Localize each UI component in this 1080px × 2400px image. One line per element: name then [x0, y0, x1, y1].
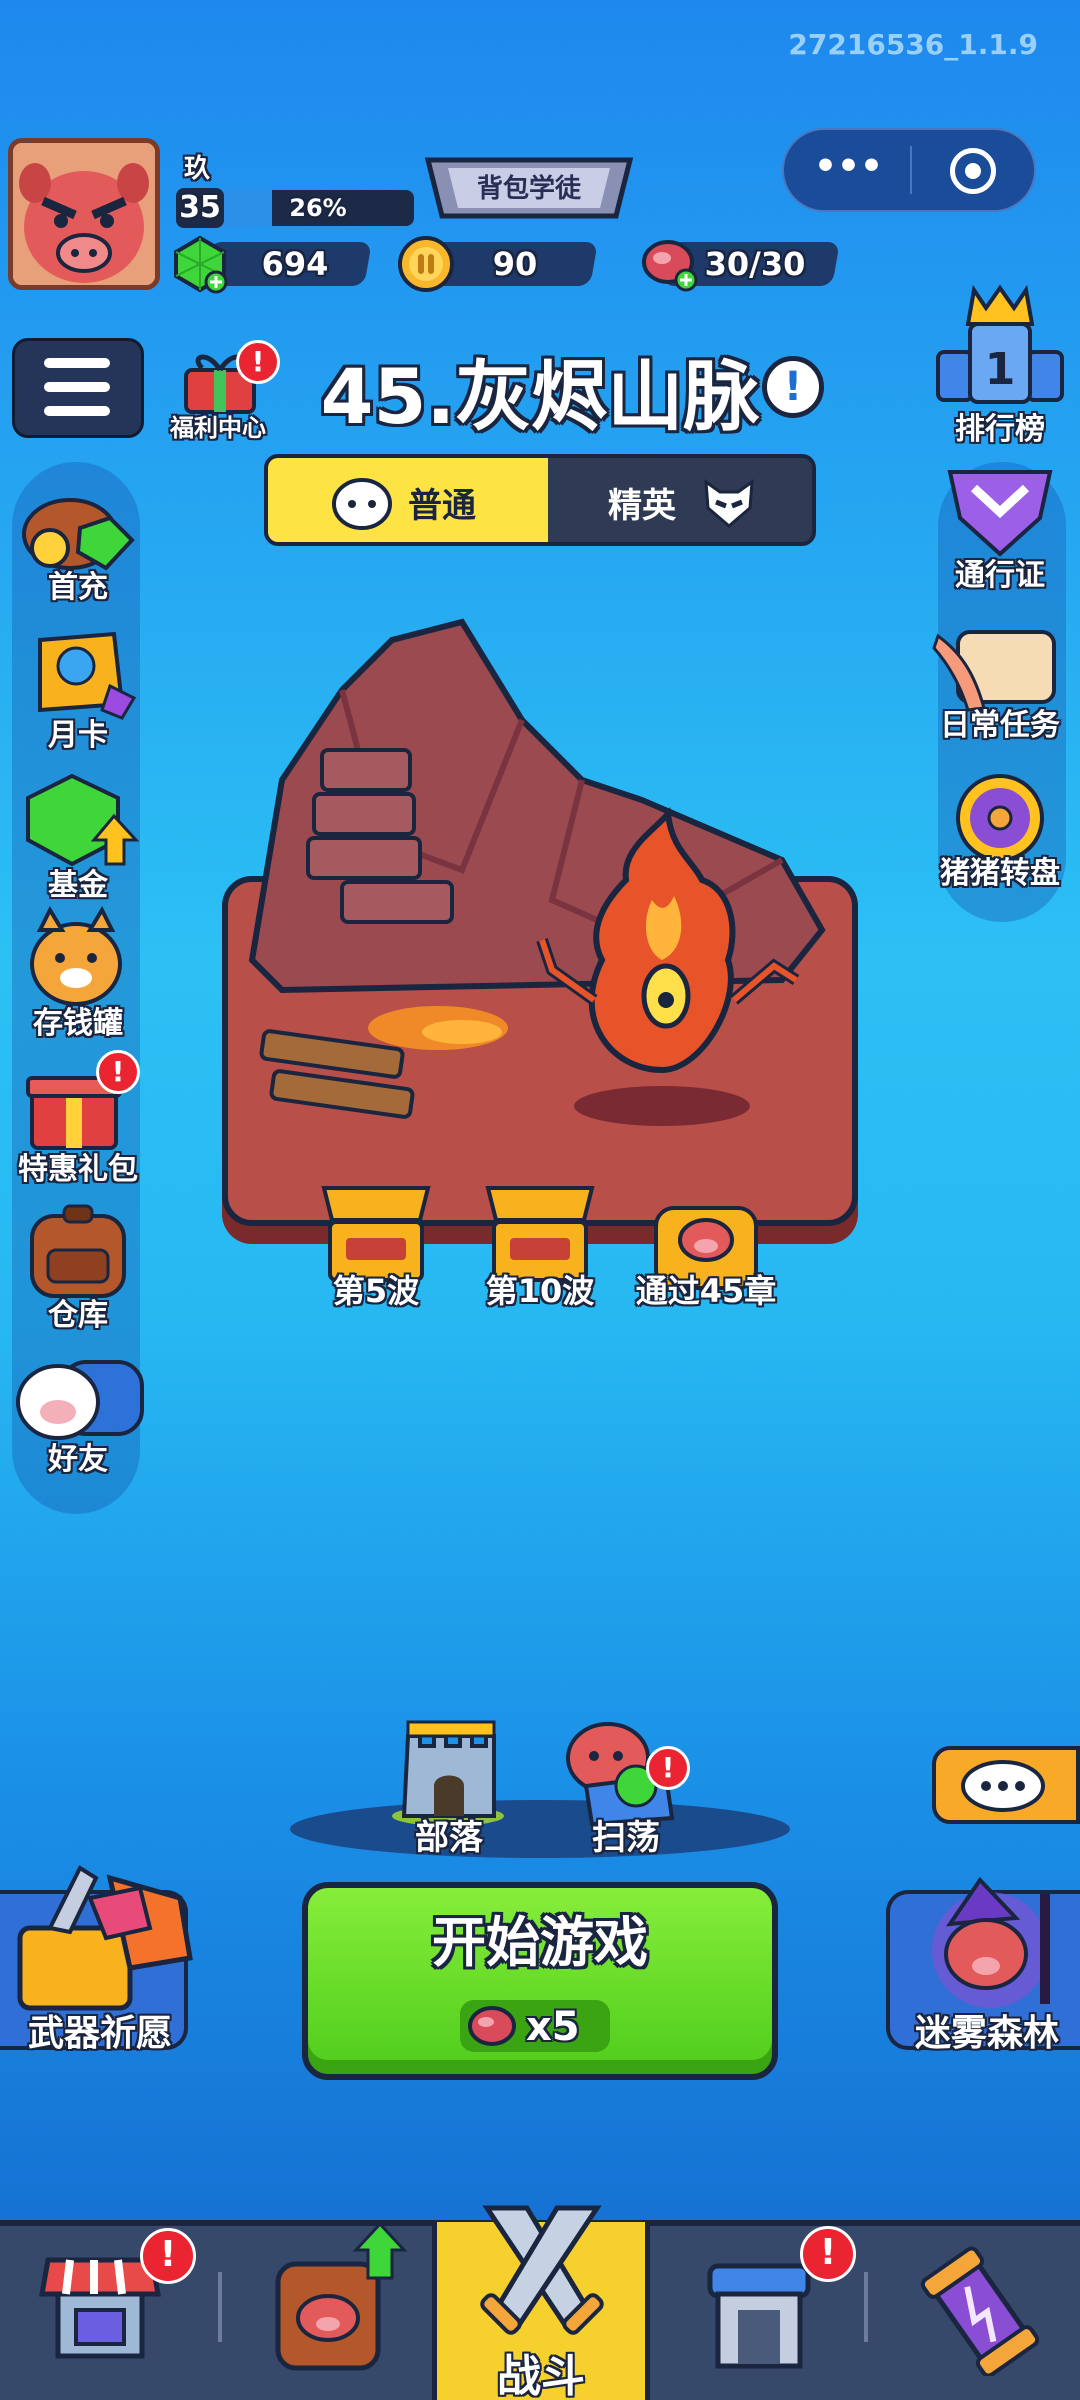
- start-cost: x5: [526, 2004, 580, 2050]
- tab-elite-label: 精英: [608, 486, 676, 526]
- fund-button[interactable]: 基金: [10, 768, 146, 903]
- rank-title: 背包学徒: [476, 174, 581, 204]
- nav-separator: [864, 2272, 868, 2342]
- right-menu-label: 猪猪转盘: [940, 856, 1060, 891]
- meat-icon: [468, 2006, 516, 2046]
- sweep-label: 扫荡: [592, 1818, 660, 1858]
- coins-count: 90: [492, 245, 538, 283]
- left-menu-label: 仓库: [48, 1298, 108, 1333]
- start-game-label: 开始游戏: [432, 1911, 648, 1974]
- energy-capsule-icon: [920, 2246, 1040, 2378]
- player-level: 35: [176, 188, 224, 228]
- left-menu-label: 存钱罐: [33, 1006, 123, 1041]
- more-icon[interactable]: •••: [814, 149, 883, 185]
- right-menu-label: 日常任务: [940, 708, 1060, 743]
- backpack-icon: [30, 1204, 126, 1298]
- left-menu-label: 首充: [48, 570, 108, 605]
- stage-illustration: [248, 618, 826, 1126]
- misty-forest-button[interactable]: 迷雾森林: [886, 1876, 1080, 2054]
- nav-backpack[interactable]: [256, 2214, 416, 2384]
- chat-button[interactable]: [932, 1746, 1080, 1824]
- player-avatar[interactable]: [8, 138, 160, 290]
- svg-text:1: 1: [985, 344, 1016, 395]
- rank-title-plate[interactable]: 背包学徒: [418, 152, 640, 224]
- reward-label: 通过45章: [635, 1272, 777, 1310]
- pass-badge-icon: [947, 470, 1053, 557]
- tab-normal-label: 普通: [408, 486, 476, 526]
- right-menu-label: 通行证: [955, 558, 1045, 593]
- leaderboard-button[interactable]: 1 排行榜: [920, 280, 1080, 450]
- gems-count: 694: [261, 245, 329, 283]
- left-menu-label: 月卡: [48, 718, 108, 753]
- nav-separator: [218, 2272, 222, 2342]
- coin-icon: [398, 236, 454, 292]
- nav-battle[interactable]: 战斗: [432, 2205, 650, 2400]
- monthly-card-button[interactable]: 月卡: [10, 626, 146, 756]
- right-menu-label: 排行榜: [955, 412, 1045, 447]
- left-menu-label: 好友: [48, 1442, 108, 1477]
- xp-percent: 26%: [289, 194, 347, 222]
- first-recharge-button[interactable]: 首充: [10, 488, 146, 618]
- weapon-wish-label: 武器祈愿: [27, 2013, 172, 2054]
- warehouse-button[interactable]: 仓库: [10, 1200, 146, 1333]
- building-alert-badge: !: [800, 2226, 856, 2282]
- backpack-pig-icon: [275, 2221, 408, 2371]
- pig-wheel-button[interactable]: 猪猪转盘: [920, 772, 1080, 896]
- mid-platform: [290, 1800, 790, 1858]
- tab-elite[interactable]: [548, 458, 812, 542]
- elite-skull-icon: [704, 478, 754, 528]
- weapon-wish-button[interactable]: 武器祈愿: [0, 1865, 193, 2054]
- gem-icon[interactable]: [172, 234, 230, 294]
- special-pack-alert-badge: !: [96, 1050, 140, 1094]
- pass-button[interactable]: 通行证: [920, 468, 1080, 593]
- weapon-chest-icon: [17, 1865, 193, 2011]
- nav-battle-label: 战斗: [497, 2351, 585, 2400]
- normal-pig-icon: [332, 478, 392, 530]
- daily-tasks-button[interactable]: 日常任务: [920, 624, 1080, 748]
- fund-gem-icon: [26, 773, 140, 867]
- crossed-swords-icon: [480, 2205, 604, 2335]
- misty-forest-label: 迷雾森林: [914, 2013, 1059, 2054]
- piggy-bank-button[interactable]: 存钱罐: [10, 905, 146, 1041]
- stamina-count: 30/30: [704, 245, 806, 283]
- stage-title: 45.灰烬山脉: [320, 352, 760, 441]
- miniprogram-capsule: •••: [782, 128, 1036, 212]
- meat-icon[interactable]: [640, 236, 702, 294]
- left-menu-label: 基金: [48, 868, 108, 903]
- shop-alert-badge: !: [140, 2228, 196, 2284]
- capsule-divider: [910, 146, 912, 194]
- sweep-alert-badge: !: [646, 1746, 690, 1790]
- friends-button[interactable]: 好友: [10, 1350, 146, 1480]
- chat-bubble-icon: [961, 1760, 1045, 1812]
- tribe-label: 部落: [415, 1818, 483, 1858]
- leaderboard-trophy-icon: 1: [936, 284, 1064, 404]
- nav-talent[interactable]: [910, 2246, 1060, 2386]
- tribe-button[interactable]: 部落: [384, 1716, 514, 1858]
- version-label: 27216536_1.1.9: [788, 28, 1038, 61]
- piggy-bank-icon: [30, 905, 122, 1006]
- difficulty-tabs: 普通 精英: [264, 454, 816, 546]
- wizard-pig-icon: [932, 1876, 1050, 2008]
- player-name: 玖: [184, 154, 211, 184]
- close-miniprogram-icon[interactable]: [950, 148, 996, 194]
- left-menu-label: 特惠礼包: [18, 1152, 138, 1187]
- stage-info-icon[interactable]: !: [762, 356, 824, 418]
